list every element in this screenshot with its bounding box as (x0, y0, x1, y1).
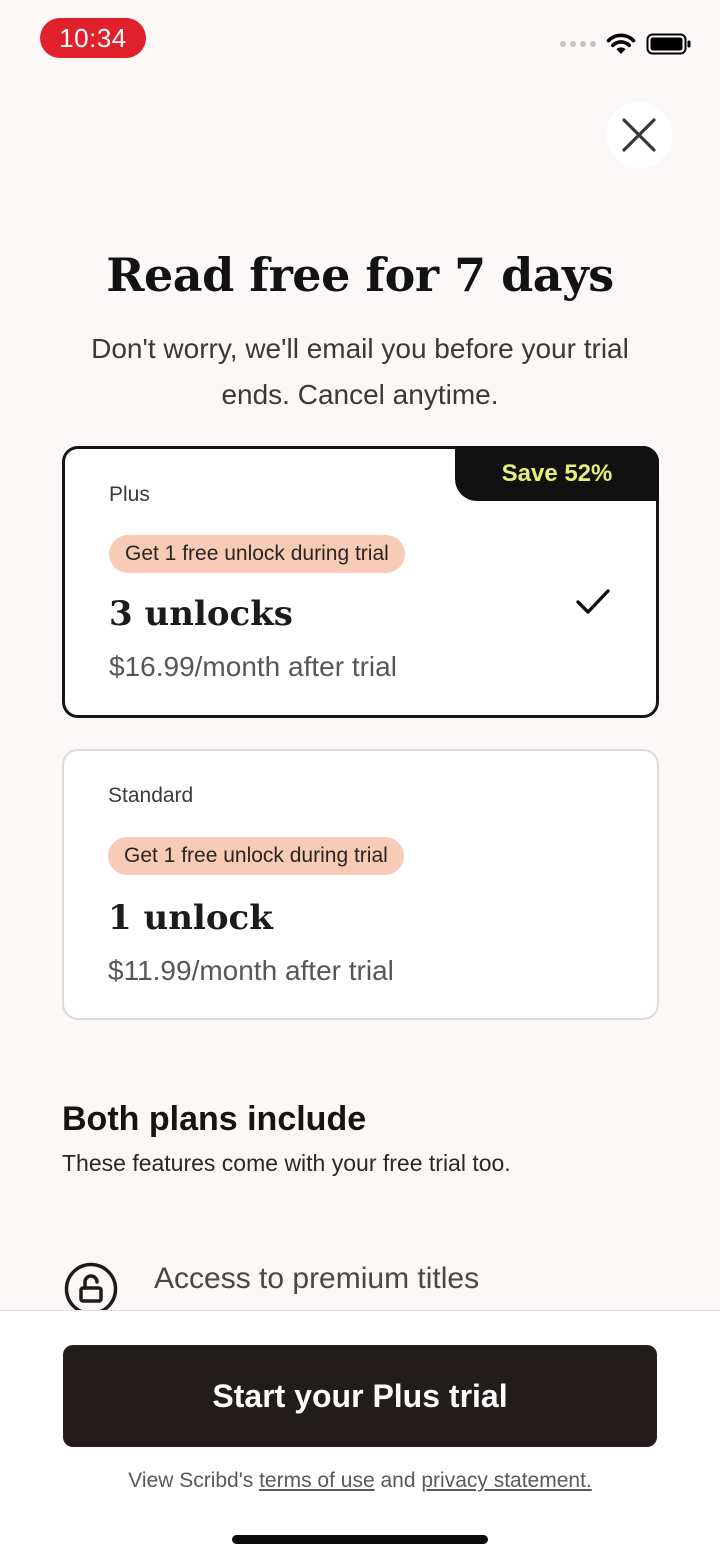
wifi-icon (606, 33, 636, 54)
plan-unlocks: 1 unlock (108, 898, 273, 938)
status-icons (560, 28, 692, 60)
checkmark-icon (576, 589, 610, 614)
start-trial-button[interactable]: Start your Plus trial (63, 1345, 657, 1447)
battery-icon (646, 33, 691, 55)
plan-name: Plus (109, 483, 150, 506)
close-button[interactable] (606, 102, 672, 168)
plan-name: Standard (108, 784, 194, 807)
page-title: Read free for 7 days (106, 248, 614, 302)
page-subtitle: Don't worry, we'll email you before your… (91, 333, 629, 410)
close-icon (622, 118, 656, 152)
home-indicator[interactable] (232, 1535, 488, 1544)
legal-prefix: View Scribd's (128, 1469, 254, 1492)
features-title: Both plans include (62, 1100, 367, 1138)
trial-note-badge: Get 1 free unlock during trial (109, 535, 405, 573)
plan-unlocks: 3 unlocks (109, 594, 293, 634)
plan-card-plus[interactable]: Save 52% Plus Get 1 free unlock during t… (62, 446, 659, 718)
feature-item-label: Access to premium titles (154, 1262, 480, 1295)
unlock-icon (64, 1262, 118, 1316)
plan-price: $11.99/month after trial (108, 955, 394, 986)
bottom-action-bar: Start your Plus trial View Scribd's term… (0, 1310, 720, 1560)
terms-of-use-link[interactable]: terms of use (259, 1469, 375, 1492)
plan-price: $16.99/month after trial (109, 651, 397, 682)
plan-card-standard[interactable]: Standard Get 1 free unlock during trial … (62, 749, 659, 1020)
trial-note-badge: Get 1 free unlock during trial (108, 837, 404, 875)
legal-and: and (380, 1469, 416, 1492)
save-badge: Save 52% (455, 446, 659, 501)
features-subtitle: These features come with your free trial… (62, 1150, 511, 1176)
legal-text: View Scribd's terms of use and privacy s… (0, 1469, 720, 1493)
privacy-statement-link[interactable]: privacy statement. (421, 1469, 591, 1492)
cellular-signal-icon (560, 41, 596, 47)
status-time: 10:34 (40, 18, 146, 58)
